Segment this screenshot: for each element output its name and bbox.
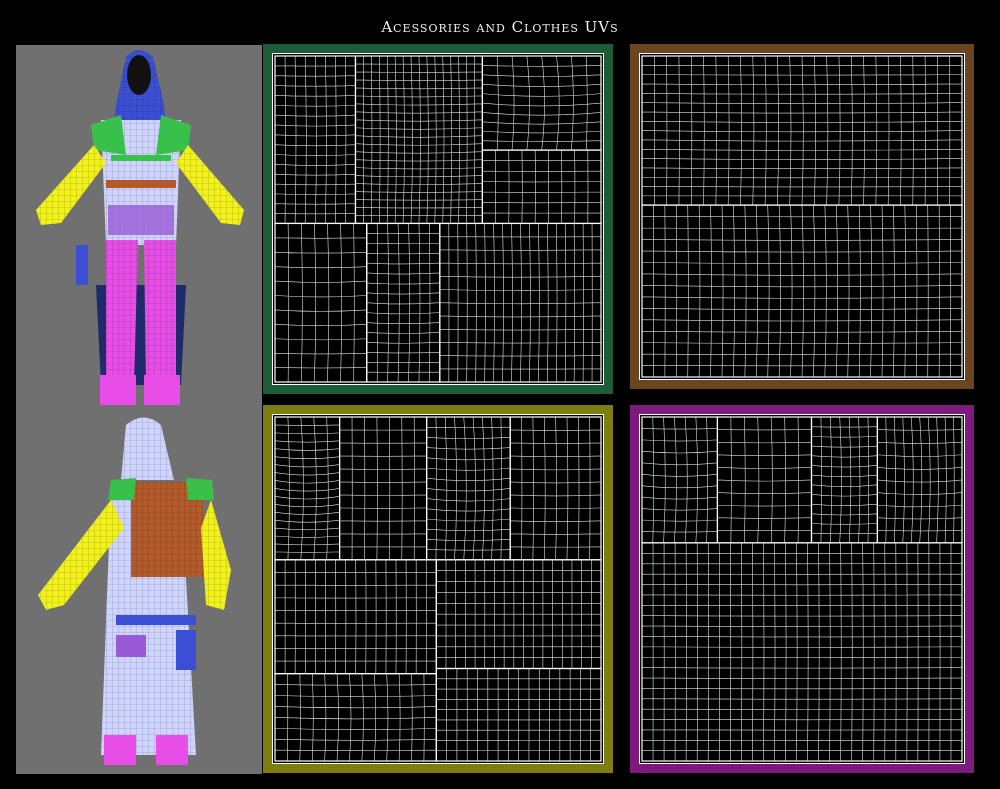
uv-wireframe (639, 414, 965, 764)
uv-wireframe (272, 53, 604, 385)
model-viewport (16, 45, 262, 774)
uv-wireframe (639, 53, 965, 380)
uv-map-green (263, 44, 613, 394)
page-title: Acessories and Clothes UVs (381, 18, 619, 36)
character-back-view (16, 410, 262, 774)
uv-map-purple (630, 405, 974, 773)
uv-map-olive (263, 405, 613, 773)
character-front-view (16, 45, 262, 410)
uv-map-brown (630, 44, 974, 389)
uv-wireframe (272, 414, 604, 764)
